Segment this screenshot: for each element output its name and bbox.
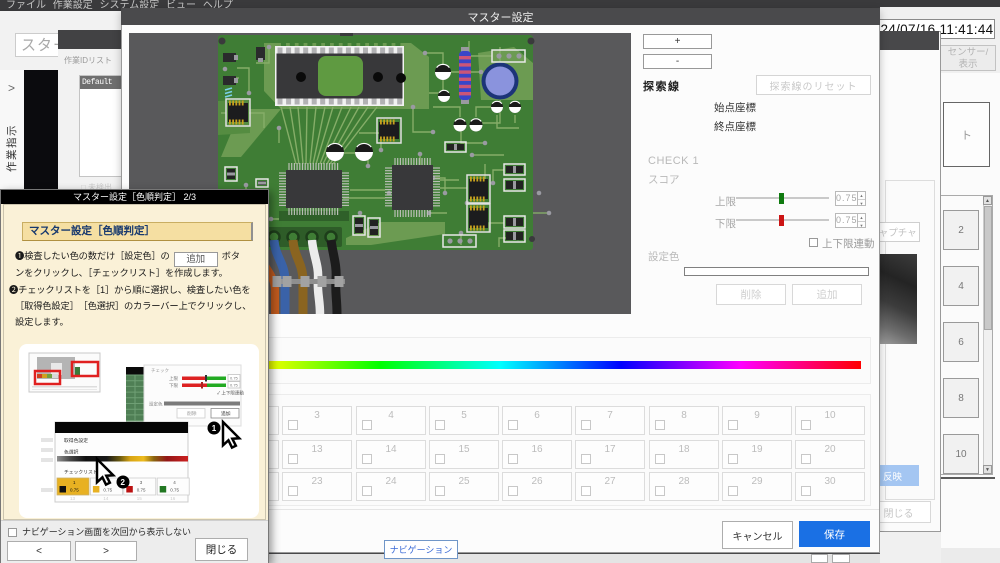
svg-text:下限: 下限 [169, 382, 178, 389]
svg-text:0.75: 0.75 [170, 488, 179, 493]
svg-text:上限: 上限 [169, 375, 178, 382]
svg-text:0.75: 0.75 [103, 488, 112, 493]
svg-text:16: 16 [170, 496, 176, 501]
svg-text:1: 1 [212, 424, 217, 433]
svg-text:0.75: 0.75 [137, 488, 146, 493]
svg-text:13: 13 [70, 496, 76, 501]
svg-text:14: 14 [103, 496, 109, 501]
svg-text:0.75: 0.75 [230, 376, 239, 381]
svg-text:0.75: 0.75 [70, 488, 79, 493]
svg-text:色選択: 色選択 [64, 449, 79, 456]
svg-text:削除: 削除 [187, 410, 197, 417]
svg-text:2: 2 [121, 478, 126, 487]
svg-text:15: 15 [137, 496, 143, 501]
svg-text:設定色: 設定色 [149, 401, 163, 408]
svg-text:取得色設定: 取得色設定 [64, 437, 88, 444]
svg-text:チェックリスト: チェックリスト [64, 470, 98, 476]
svg-text:0.75: 0.75 [230, 383, 239, 388]
svg-text:追加: 追加 [221, 410, 231, 417]
svg-text:✓ 上下限連動: ✓ 上下限連動 [217, 390, 244, 397]
